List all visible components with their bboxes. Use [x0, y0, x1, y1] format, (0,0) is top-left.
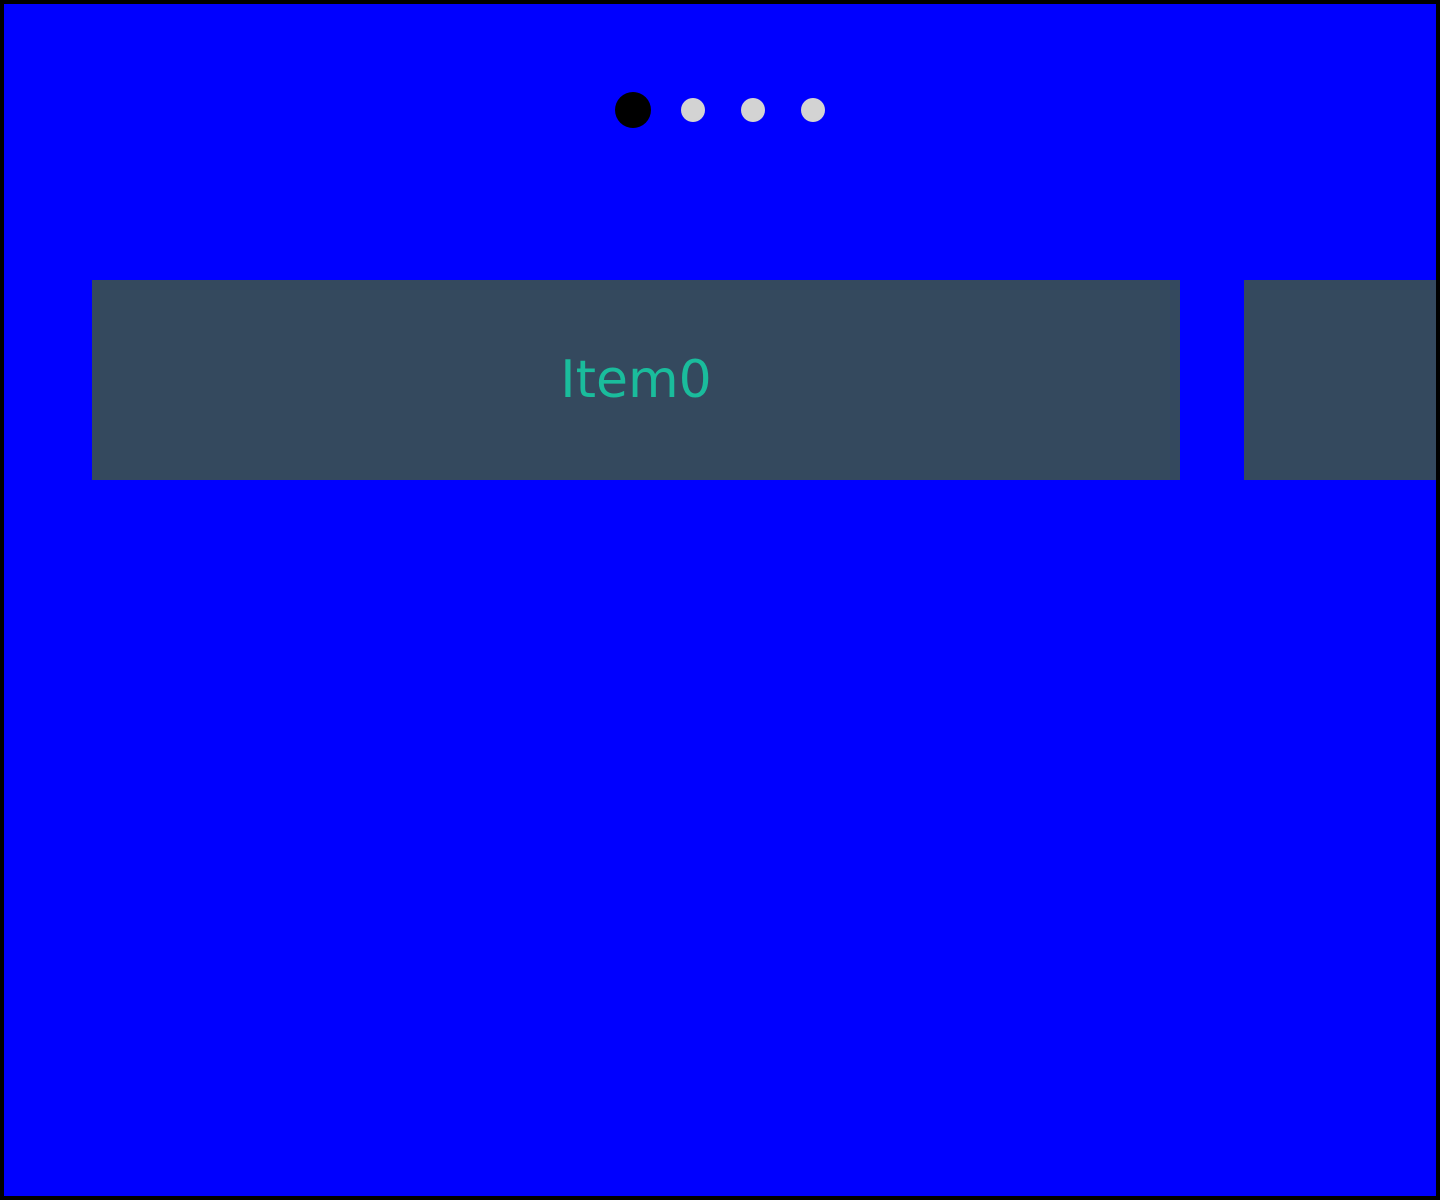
indicator-dot-3[interactable]: [741, 98, 765, 122]
indicator-dot-4[interactable]: [801, 98, 825, 122]
carousel-container: Item0: [4, 4, 1436, 1196]
carousel-track[interactable]: Item0: [4, 280, 1436, 480]
carousel-indicators: [4, 4, 1436, 128]
carousel-slide[interactable]: Item0: [92, 280, 1180, 480]
indicator-dot-2[interactable]: [681, 98, 705, 122]
carousel-slide-next[interactable]: [1244, 280, 1436, 480]
indicator-dot-1[interactable]: [615, 92, 651, 128]
slide-label: Item0: [560, 350, 712, 410]
